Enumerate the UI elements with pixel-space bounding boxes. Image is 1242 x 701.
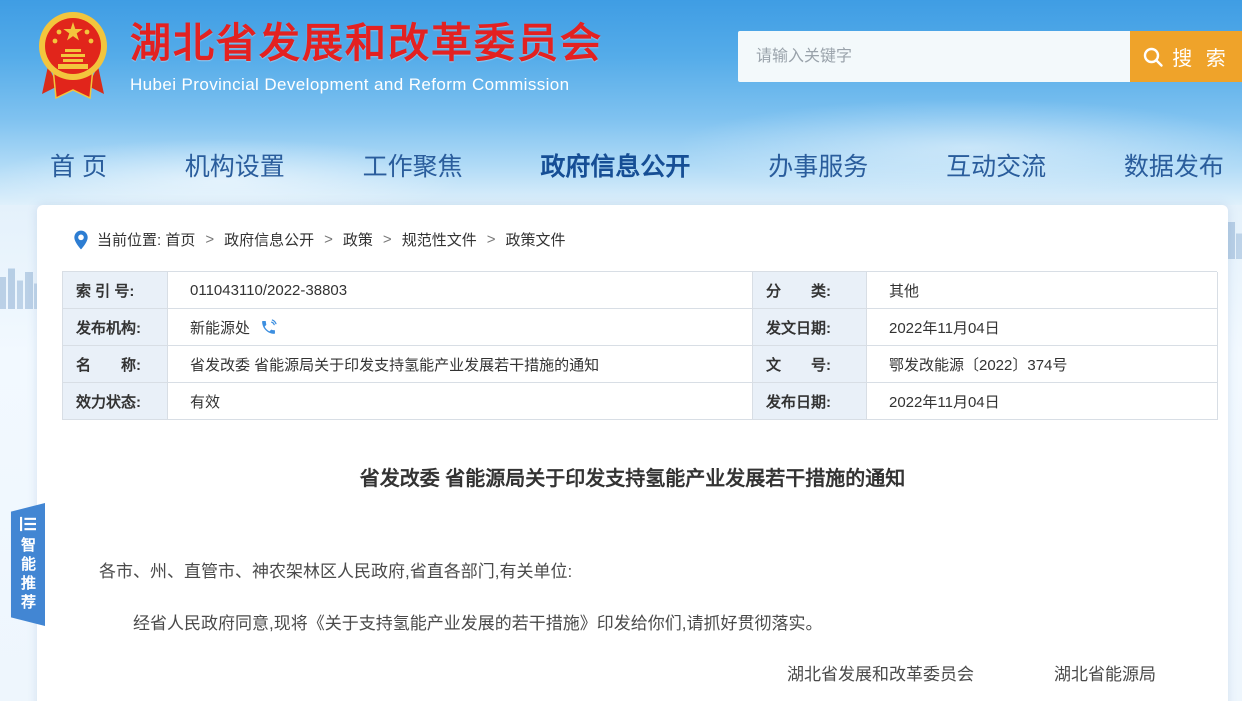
publish-date-value: 2022年11月04日	[867, 383, 1218, 420]
breadcrumb: 当前位置: 首页 > 政府信息公开 > 政策 > 规范性文件 > 政策文件	[73, 229, 1228, 250]
doc-number-label: 文 号:	[753, 346, 867, 383]
nav-item-services[interactable]: 办事服务	[768, 147, 868, 183]
site-logo-link[interactable]: 湖北省发展和改革委员会 Hubei Provincial Development…	[36, 8, 603, 111]
recommend-list-icon	[19, 516, 37, 532]
breadcrumb-policy-docs[interactable]: 政策文件	[505, 229, 565, 250]
search-button-label: 搜 索	[1172, 42, 1230, 71]
breadcrumb-separator: >	[205, 231, 214, 248]
validity-status-label: 效力状态:	[63, 383, 168, 420]
breadcrumb-home[interactable]: 首页	[165, 229, 195, 250]
article-title: 省发改委 省能源局关于印发支持氢能产业发展若干措施的通知	[37, 462, 1228, 491]
category-label: 分 类:	[753, 272, 867, 309]
issuing-agency-text: 新能源处	[190, 317, 250, 338]
nav-item-gov-info-disclosure[interactable]: 政府信息公开	[540, 147, 690, 183]
validity-status-value: 有效	[168, 383, 753, 420]
search-icon	[1142, 46, 1164, 68]
doc-number-value: 鄂发改能源〔2022〕374号	[867, 346, 1218, 383]
smart-recommend-label: 智能推荐	[17, 537, 38, 613]
breadcrumb-gov-info[interactable]: 政府信息公开	[224, 229, 314, 250]
index-number-label: 索 引 号:	[63, 272, 168, 309]
signature-development-reform-commission: 湖北省发展和改革委员会	[787, 660, 974, 685]
signature-energy-bureau: 湖北省能源局	[1054, 660, 1156, 685]
nav-item-data-release[interactable]: 数据发布	[1124, 147, 1224, 183]
main-nav: 首 页 机构设置 工作聚焦 政府信息公开 办事服务 互动交流 数据发布	[0, 130, 1242, 200]
article-paragraph: 各市、州、直管市、神农架林区人民政府,省直各部门,有关单位:	[99, 557, 1168, 582]
background-skyline	[0, 263, 40, 309]
signature-row: 湖北省发展和改革委员会 湖北省能源局	[37, 660, 1228, 685]
issue-date-value: 2022年11月04日	[867, 309, 1218, 346]
breadcrumb-normative-docs[interactable]: 规范性文件	[402, 229, 477, 250]
nav-item-interaction[interactable]: 互动交流	[946, 147, 1046, 183]
doc-name-value: 省发改委 省能源局关于印发支持氢能产业发展若干措施的通知	[168, 346, 753, 383]
breadcrumb-prefix: 当前位置:	[97, 229, 161, 250]
breadcrumb-separator: >	[487, 231, 496, 248]
site-title: 湖北省发展和改革委员会	[130, 20, 603, 67]
search-input[interactable]	[738, 31, 1130, 82]
breadcrumb-separator: >	[324, 231, 333, 248]
site-subtitle: Hubei Provincial Development and Reform …	[130, 75, 603, 95]
search-button[interactable]: 搜 索	[1130, 31, 1242, 82]
doc-name-label: 名 称:	[63, 346, 168, 383]
nav-item-organization[interactable]: 机构设置	[185, 147, 285, 183]
breadcrumb-policy[interactable]: 政策	[343, 229, 373, 250]
issue-date-label: 发文日期:	[753, 309, 867, 346]
location-pin-icon	[73, 230, 89, 250]
nav-item-work-focus[interactable]: 工作聚焦	[363, 147, 463, 183]
document-info-table: 索 引 号: 011043110/2022-38803 分 类: 其他 发布机构…	[62, 271, 1217, 420]
issuing-agency-label: 发布机构:	[63, 309, 168, 346]
publish-date-label: 发布日期:	[753, 383, 867, 420]
breadcrumb-separator: >	[383, 231, 392, 248]
issuing-agency-value: 新能源处	[168, 309, 753, 346]
category-value: 其他	[867, 272, 1218, 309]
content-panel: 当前位置: 首页 > 政府信息公开 > 政策 > 规范性文件 > 政策文件 索 …	[37, 205, 1228, 701]
article-paragraph: 经省人民政府同意,现将《关于支持氢能产业发展的若干措施》印发给你们,请抓好贯彻落…	[99, 609, 1168, 634]
national-emblem-icon	[36, 8, 110, 111]
phone-icon[interactable]	[260, 319, 277, 336]
nav-item-home[interactable]: 首 页	[50, 147, 107, 183]
index-number-value: 011043110/2022-38803	[168, 272, 753, 309]
